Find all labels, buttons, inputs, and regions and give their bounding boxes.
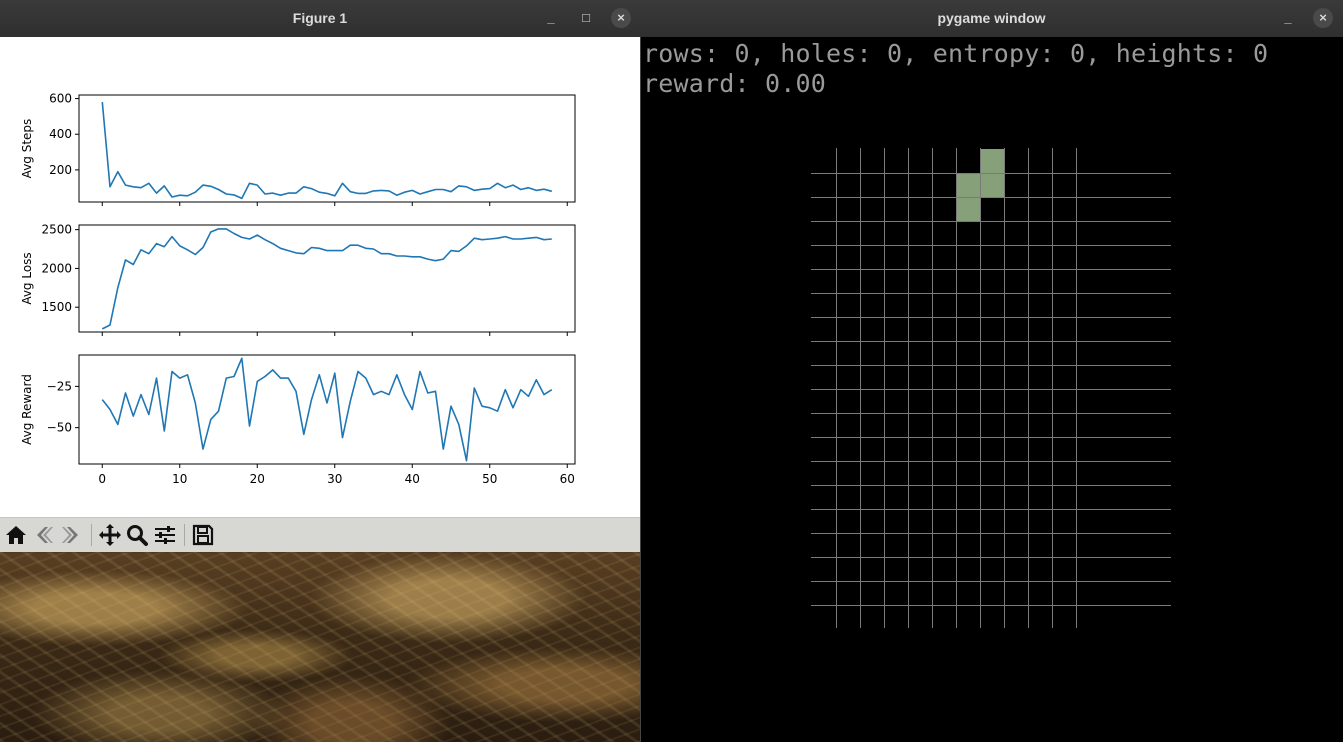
y-axis-label: Avg Loss [20,252,34,304]
x-tick-label: 20 [250,472,265,486]
close-button[interactable]: × [611,8,631,28]
x-tick-label: 0 [98,472,106,486]
tetromino-block [956,197,980,221]
x-tick-label: 60 [560,472,575,486]
forward-button[interactable] [58,522,84,548]
pygame-window-title: pygame window [937,10,1046,26]
toolbar-separator [184,524,185,546]
figure-window: Figure 1 _ □ × 200 400 600 Avg Steps 1500 200… [0,0,640,552]
pygame-window: pygame window _ × rows: 0, holes: 0, ent… [640,0,1343,742]
x-tick-label: 10 [172,472,187,486]
desktop-wallpaper [0,551,640,742]
axes-frame [78,224,576,333]
game-canvas[interactable]: rows: 0, holes: 0, entropy: 0, heights: … [640,37,1343,742]
zoom-button[interactable] [124,522,150,548]
navigation-toolbar [0,517,640,552]
figure-titlebar[interactable]: Figure 1 _ □ × [0,0,640,37]
y-tick-label: 2500 [41,223,72,237]
x-tick-label: 50 [482,472,497,486]
configure-subplots-button[interactable] [152,522,178,548]
save-icon [192,524,214,546]
home-icon [6,526,26,544]
home-button[interactable] [3,522,29,548]
x-tick-label: 40 [405,472,420,486]
zoom-icon [127,525,148,546]
charts-svg: 200400600Avg Steps150020002500Avg Loss−5… [20,92,576,486]
pygame-titlebar[interactable]: pygame window _ × [640,0,1343,37]
back-button[interactable] [31,522,57,548]
y-tick-label: 400 [49,127,72,141]
y-axis-label: Avg Steps [20,119,34,179]
back-icon [37,527,53,543]
configure-subplots-icon [155,526,175,544]
y-tick-label: 1500 [41,300,72,314]
tetromino-block [956,173,980,197]
plot-canvas[interactable]: 200 400 600 Avg Steps 1500 2000 2500 Avg Loss −5… [0,37,640,517]
tetromino-block [980,173,1004,197]
y-tick-label: −50 [47,421,72,435]
y-tick-label: 600 [49,92,72,106]
pan-icon [99,524,121,546]
pygame-close-button[interactable]: × [1313,8,1333,28]
x-tick-label: 30 [327,472,342,486]
hud-reward-text: reward: 0.00 [643,69,827,98]
y-axis-label: Avg Reward [20,374,34,445]
y-tick-label: 2000 [41,261,72,275]
maximize-button[interactable]: □ [576,8,596,28]
axes-frame [78,354,576,465]
pan-button[interactable] [97,522,123,548]
y-tick-label: 200 [49,163,72,177]
tetris-board [811,148,1171,628]
y-tick-label: −25 [47,379,72,393]
tetromino-block [980,149,1004,173]
toolbar-separator [91,524,92,546]
forward-icon [62,527,78,543]
save-button[interactable] [190,522,216,548]
hud-stats-text: rows: 0, holes: 0, entropy: 0, heights: … [643,39,1269,68]
pygame-minimize-button[interactable]: _ [1278,8,1298,28]
minimize-button[interactable]: _ [541,8,561,28]
